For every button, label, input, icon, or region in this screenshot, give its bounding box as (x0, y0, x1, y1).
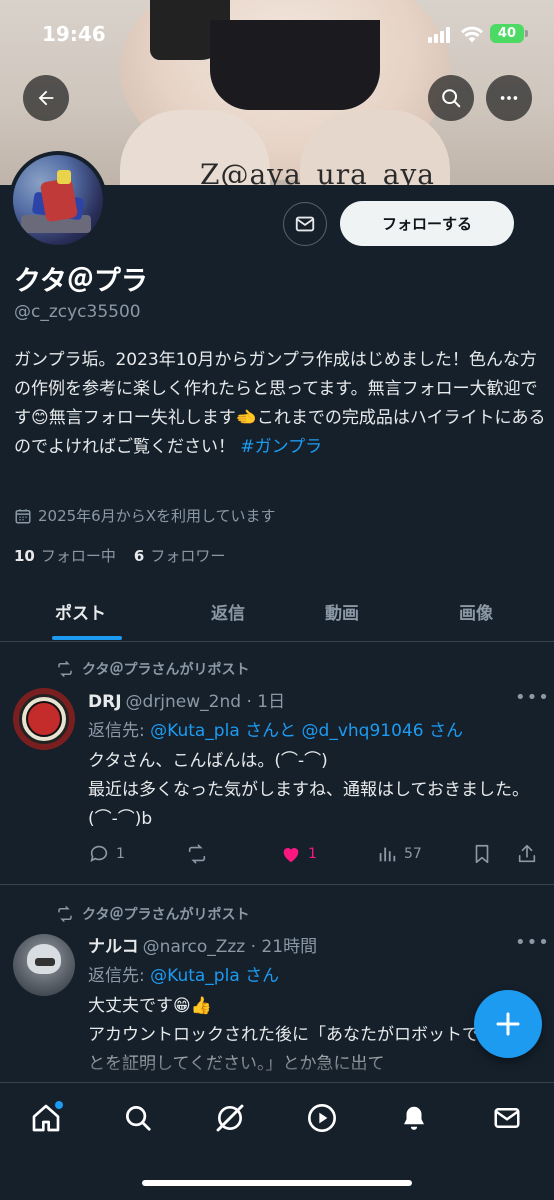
follow-button[interactable]: フォローする (340, 201, 514, 246)
message-button[interactable] (283, 202, 327, 246)
view-count: 57 (404, 846, 422, 862)
like-count: 1 (308, 846, 317, 862)
post-more-button[interactable]: ••• (515, 932, 550, 953)
arrow-left-icon (38, 90, 54, 106)
plus-icon (496, 1012, 520, 1036)
compose-button[interactable] (474, 990, 542, 1058)
search-icon (442, 89, 461, 108)
profile-handle: @c_zcyc35500 (14, 302, 141, 322)
home-indicator (142, 1180, 412, 1186)
followers-count: 6 (133, 547, 145, 565)
repost-label: クタ＠プラさんがリポスト (82, 662, 250, 678)
profile-bio: ガンプラ垢。2023年10月からガンプラ作成はじめました！色んな方の作例を参考に… (14, 346, 546, 462)
reply-prefix: 返信先: (88, 966, 151, 986)
grok-icon (216, 1104, 244, 1132)
tab-images[interactable]: 画像 (459, 599, 493, 624)
post-actions: 1 1 57 (88, 843, 548, 869)
share-button[interactable] (516, 843, 538, 865)
notifications-icon (404, 1106, 424, 1130)
reply-to: 返信先: @Kuta_pla さん (88, 961, 279, 986)
post-more-button[interactable]: ••• (515, 687, 550, 708)
repost-indicator: クタ＠プラさんがリポスト (56, 659, 249, 679)
post-item[interactable]: クタ＠プラさんがリポスト DRJ @drjnew_2nd · 1日 ••• 返信先… (0, 643, 554, 885)
repost-label: クタ＠プラさんがリポスト (82, 907, 250, 923)
followers-label: フォロワー (150, 547, 226, 565)
nav-search[interactable] (121, 1101, 155, 1135)
more-button[interactable] (486, 75, 532, 121)
profile-name: クタ＠プラ (14, 266, 148, 297)
repost-icon (58, 661, 72, 677)
like-button[interactable]: 1 (280, 843, 317, 865)
search-icon (126, 1106, 151, 1131)
following-count: 10 (14, 547, 35, 565)
follow-stats: 10 フォロー中 6 フォロワー (14, 545, 225, 566)
mail-icon (295, 216, 315, 232)
calendar-icon (15, 508, 31, 523)
more-icon (500, 96, 518, 100)
views-icon (379, 847, 396, 862)
messages-icon (494, 1108, 520, 1128)
bio-hashtag[interactable]: #ガンプラ (240, 437, 322, 457)
profile-tabs: ポスト 返信 動画 画像 (0, 587, 554, 642)
wifi-icon (461, 26, 483, 43)
status-time: 19:46 (42, 22, 106, 46)
following-label: フォロー中 (40, 547, 116, 565)
reply-count: 1 (116, 846, 125, 862)
reply-to: 返信先: @Kuta_pla さんと @d_vhq91046 さん (88, 716, 463, 741)
nav-home[interactable] (29, 1101, 63, 1135)
battery-indicator: 40 (490, 24, 528, 43)
reply-mentions[interactable]: @Kuta_pla さんと @d_vhq91046 さん (150, 721, 463, 741)
reply-icon (90, 845, 108, 862)
reply-prefix: 返信先: (88, 721, 151, 741)
repost-icon (188, 844, 206, 864)
tab-videos[interactable]: 動画 (325, 599, 359, 624)
post-header: ナルコ @narco_Zzz · 21時間 (88, 932, 317, 957)
back-button[interactable] (23, 75, 69, 121)
post-text: クタさん、こんばんは。(⌒-⌒) 最近は多くなった気がしますね、通報はしておきま… (88, 751, 529, 829)
profile-avatar[interactable] (9, 151, 107, 249)
post-avatar[interactable] (13, 934, 75, 996)
joined-text: 2025年6月からXを利用しています (38, 507, 276, 525)
share-icon (518, 844, 536, 863)
repost-button[interactable] (186, 843, 214, 865)
status-bar: 19:46 40 (0, 0, 554, 60)
post-handle-time: @drjnew_2nd · 1日 (125, 692, 286, 712)
nav-grok[interactable] (213, 1101, 247, 1135)
scroll-fade (0, 1040, 554, 1082)
nav-video[interactable] (305, 1101, 339, 1135)
post-header: DRJ @drjnew_2nd · 1日 (88, 687, 285, 712)
nav-messages[interactable] (490, 1101, 524, 1135)
views-button[interactable]: 57 (376, 843, 422, 865)
tab-replies[interactable]: 返信 (211, 599, 245, 624)
post-author[interactable]: DRJ (88, 692, 122, 712)
bookmark-button[interactable] (471, 843, 493, 865)
signal-icon (428, 27, 454, 43)
post-handle-time: @narco_Zzz · 21時間 (142, 937, 318, 957)
nav-notifications[interactable] (397, 1101, 431, 1135)
video-icon (308, 1104, 336, 1132)
notification-dot (55, 1101, 63, 1109)
reply-button[interactable]: 1 (88, 843, 125, 865)
reply-mentions[interactable]: @Kuta_pla さん (150, 966, 279, 986)
tab-posts[interactable]: ポスト (55, 599, 106, 624)
bookmark-icon (475, 844, 489, 864)
post-avatar[interactable] (13, 688, 75, 750)
active-tab-indicator (52, 636, 122, 640)
repost-indicator: クタ＠プラさんがリポスト (56, 904, 249, 924)
following-link[interactable]: 10 フォロー中 (14, 545, 116, 566)
heart-filled-icon (283, 848, 299, 863)
joined-date: 2025年6月からXを利用しています (14, 505, 276, 526)
post-author[interactable]: ナルコ (88, 937, 139, 957)
followers-link[interactable]: 6 フォロワー (134, 545, 225, 566)
repost-icon (58, 906, 72, 922)
banner-watermark: Z@aya_ura_aya (200, 158, 435, 185)
search-button[interactable] (428, 75, 474, 121)
